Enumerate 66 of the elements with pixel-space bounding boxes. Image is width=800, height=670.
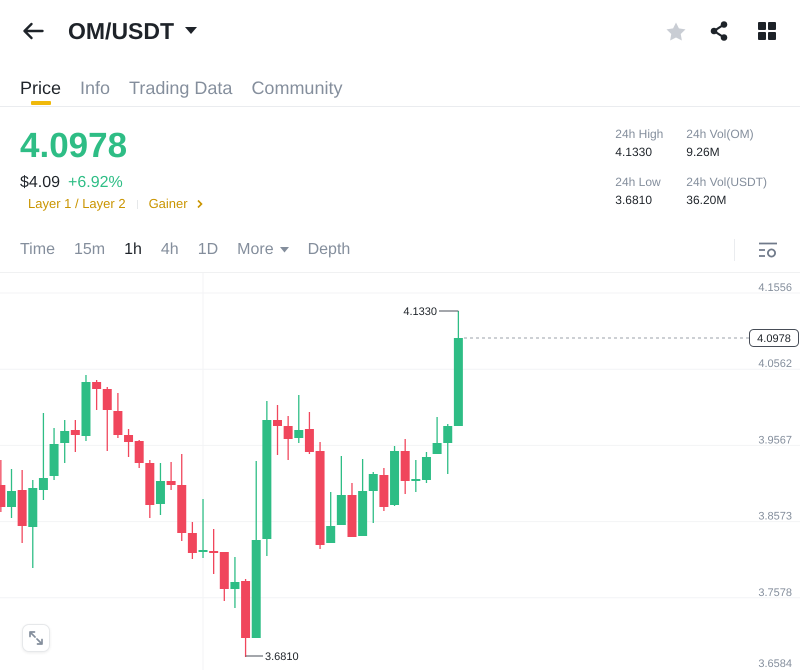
candle [422,452,431,483]
last-price: 4.0978 [20,126,128,166]
candle [50,428,59,480]
candle [209,529,218,574]
share-icon[interactable] [710,21,728,41]
settings-icon[interactable] [759,242,777,258]
last-price-tag: 4.0978 [749,329,799,347]
candle [379,468,388,511]
candle [113,393,122,438]
candle [0,460,6,512]
fiat-price: $4.09 [20,173,60,193]
candle [7,469,16,518]
pair-selector[interactable]: OM/USDT [68,17,198,45]
leader-line [438,310,459,312]
candle [304,412,314,454]
candle [230,557,240,608]
chart-tab[interactable]: 1D [198,240,218,260]
star-icon[interactable] [666,22,686,40]
tab[interactable]: Info [80,62,110,106]
chart-tab[interactable]: 1h [124,240,142,260]
stat-value: 9.26M [686,144,721,160]
candle [347,483,356,537]
price-axis-label: 3.7578 [758,586,792,599]
chart-tab[interactable]: 15m [74,240,106,260]
grid-icon[interactable] [758,22,776,40]
candle [390,446,400,506]
candle [336,456,346,525]
candle [294,395,304,443]
stat-label: 24h Vol(USDT) [686,174,767,190]
chart-tab[interactable]: Depth [308,240,350,260]
stat-value: 36.20M [686,192,728,208]
price-change: +6.92% [68,173,123,193]
tab[interactable]: Community [251,62,342,106]
expand-icon [28,630,44,646]
candle [60,420,70,463]
stat-label: 24h High [615,126,664,142]
expand-button[interactable] [22,624,50,652]
category-tag[interactable]: Layer 1 / Layer 2 [28,195,126,213]
low-price-label: 3.6810 [265,651,299,663]
caret-down-icon [280,247,289,253]
stat-label: 24h Low [615,174,662,190]
price-axis-label: 3.8573 [758,510,792,523]
high-price-label: 4.1330 [403,306,437,318]
chart-tab[interactable]: Time [20,240,55,260]
chevron-right-icon [196,199,203,209]
dropdown-button[interactable]: More [237,240,289,260]
back-arrow-icon[interactable] [22,22,44,40]
tag-link[interactable]: Gainer [148,195,203,213]
tab[interactable]: Price [20,62,62,106]
price-axis-label: 4.0562 [758,358,792,370]
tab[interactable]: Trading Data [129,62,232,106]
candle [124,429,134,457]
caret-down-icon [185,27,198,35]
candle [156,463,165,515]
chart-tab[interactable]: 4h [160,240,179,260]
candle [284,416,293,460]
candle [198,499,208,558]
price-axis-label: 3.6584 [758,658,792,670]
candle [220,552,229,601]
stat-value: 3.6810 [615,192,653,208]
stat-value: 4.1330 [615,144,653,160]
stat-label: 24h Vol(OM) [686,126,755,142]
price-axis-label: 3.9567 [758,434,792,446]
candle [273,405,282,455]
price-axis-label: 4.1556 [758,282,792,294]
candle [432,417,442,454]
